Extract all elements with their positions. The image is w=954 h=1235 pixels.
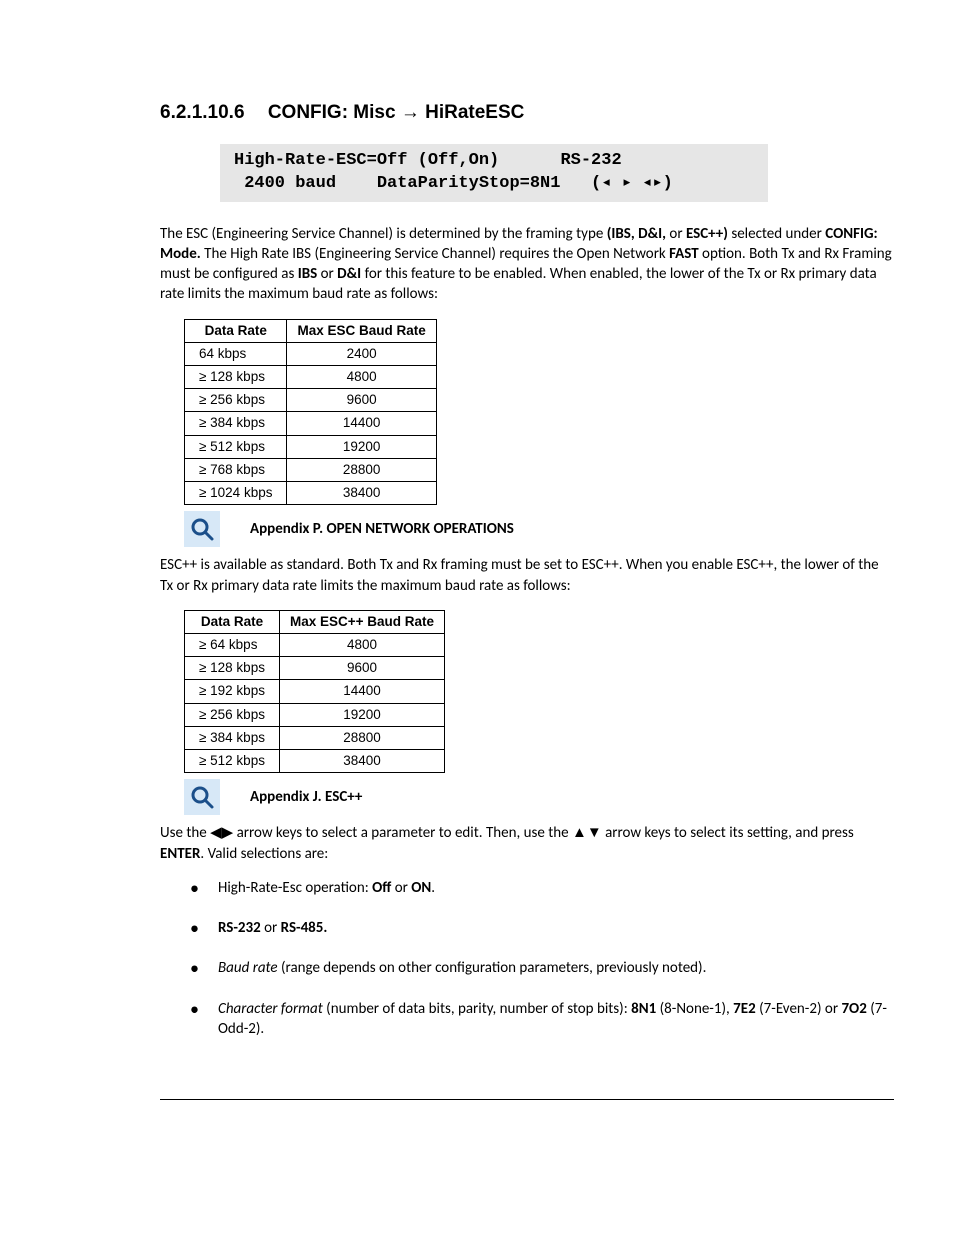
table-row: ≥ 256 kbps9600 [185,389,437,412]
magnifier-icon [184,511,220,547]
col-max-esc-baud: Max ESC Baud Rate [287,319,436,342]
section-title-suffix: HiRateESC [420,102,525,123]
list-item: Baud rate (range depends on other config… [190,958,894,978]
table-row: ≥ 1024 kbps38400 [185,482,437,505]
list-item: Character format (number of data bits, p… [190,999,894,1040]
table-row: ≥ 768 kbps28800 [185,458,437,481]
section-heading: 6.2.1.10.6 CONFIG: Misc → HiRateESC [160,100,894,126]
table-row: ≥ 512 kbps19200 [185,435,437,458]
table-header-row: Data Rate Max ESC++ Baud Rate [185,610,445,633]
esc-baud-table: Data Rate Max ESC Baud Rate 64 kbps2400 … [184,319,437,506]
section-title-prefix: CONFIG: Misc [268,102,401,123]
table-row: ≥ 512 kbps38400 [185,750,445,773]
escpp-baud-table: Data Rate Max ESC++ Baud Rate ≥ 64 kbps4… [184,610,445,774]
table-row: ≥ 384 kbps28800 [185,726,445,749]
page-content: 6.2.1.10.6 CONFIG: Misc → HiRateESC High… [160,100,894,1100]
col-data-rate: Data Rate [185,319,287,342]
table-row: 64 kbps2400 [185,342,437,365]
col-max-escpp-baud: Max ESC++ Baud Rate [279,610,444,633]
lcd-display: High-Rate-ESC=Off (Off,On) RS-232 2400 b… [220,144,768,202]
list-item: High-Rate-Esc operation: Off or ON. [190,878,894,898]
table-row: ≥ 384 kbps14400 [185,412,437,435]
appendix-j-reference: Appendix J. ESC++ [184,779,894,815]
table-row: ≥ 192 kbps14400 [185,680,445,703]
footer-rule [160,1099,894,1100]
appendix-p-label: Appendix P. OPEN NETWORK OPERATIONS [250,519,514,539]
table-row: ≥ 64 kbps4800 [185,633,445,656]
appendix-p-reference: Appendix P. OPEN NETWORK OPERATIONS [184,511,894,547]
section-number: 6.2.1.10.6 [160,100,245,126]
table-row: ≥ 128 kbps4800 [185,365,437,388]
paragraph-1: The ESC (Engineering Service Channel) is… [160,224,894,305]
paragraph-2: ESC++ is available as standard. Both Tx … [160,555,894,596]
paragraph-3: Use the ◀▶ arrow keys to select a parame… [160,823,894,864]
appendix-j-label: Appendix J. ESC++ [250,787,362,807]
valid-selections-list: High-Rate-Esc operation: Off or ON. RS-2… [190,878,894,1039]
table-row: ≥ 256 kbps19200 [185,703,445,726]
list-item: RS-232 or RS-485. [190,918,894,938]
magnifier-icon [184,779,220,815]
lcd-line-2: 2400 baud DataParityStop=8N1 (◂ ▸ ◂▸) [234,174,673,193]
lcd-line-1: High-Rate-ESC=Off (Off,On) RS-232 [234,151,622,170]
table-row: ≥ 128 kbps9600 [185,657,445,680]
arrow-right-icon: → [401,102,420,123]
table-header-row: Data Rate Max ESC Baud Rate [185,319,437,342]
col-data-rate: Data Rate [185,610,280,633]
